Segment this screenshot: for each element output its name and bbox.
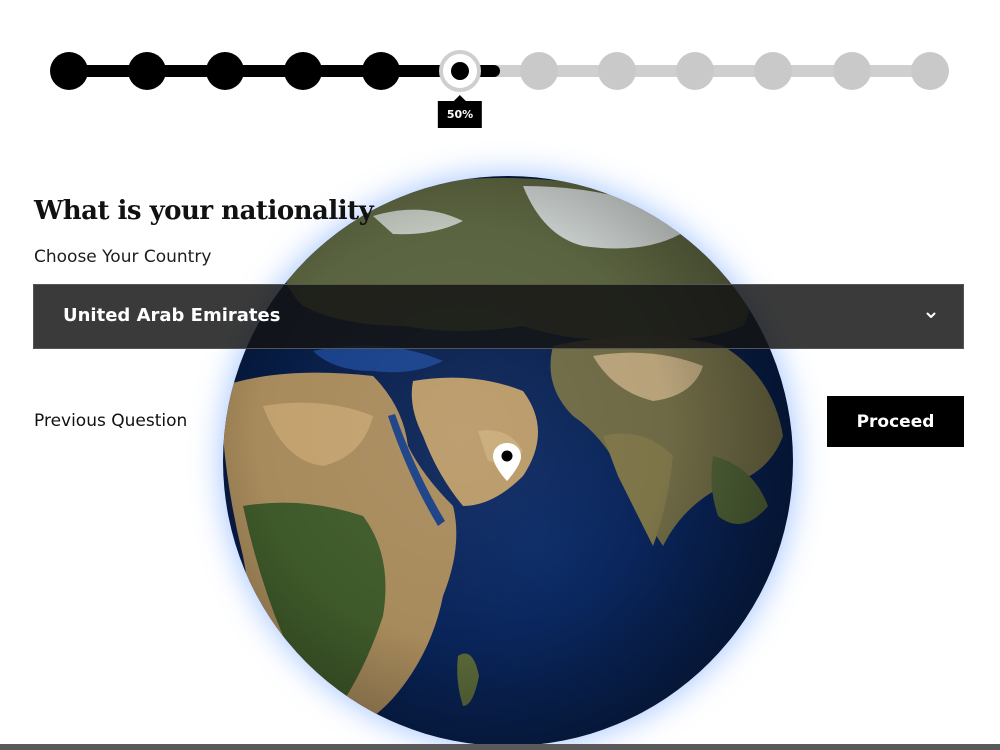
step-11: [833, 52, 871, 90]
step-1: [50, 52, 88, 90]
step-8: [598, 52, 636, 90]
country-select[interactable]: United Arab Emirates: [33, 284, 964, 349]
proceed-button[interactable]: Proceed: [827, 396, 964, 447]
question-subtitle: Choose Your Country: [34, 247, 212, 267]
chevron-down-icon: [926, 312, 936, 318]
nationality-question-page: 50% What is your nationality Choose Your…: [0, 0, 1000, 750]
progress-track: [69, 65, 930, 77]
step-2: [128, 52, 166, 90]
step-4: [284, 52, 322, 90]
progress-stepper: 50%: [0, 0, 1000, 140]
step-10: [754, 52, 792, 90]
country-select-value: United Arab Emirates: [63, 305, 281, 326]
bottom-bar: [0, 744, 1000, 750]
question-title: What is your nationality: [34, 196, 374, 226]
step-7: [520, 52, 558, 90]
progress-percent-badge: 50%: [437, 95, 483, 128]
step-5: [362, 52, 400, 90]
map-pin-icon: [493, 443, 521, 481]
previous-question-link[interactable]: Previous Question: [34, 411, 187, 431]
step-6-current: [439, 50, 481, 92]
step-12: [911, 52, 949, 90]
step-9: [676, 52, 714, 90]
current-step-dot: [451, 62, 469, 80]
step-3: [206, 52, 244, 90]
